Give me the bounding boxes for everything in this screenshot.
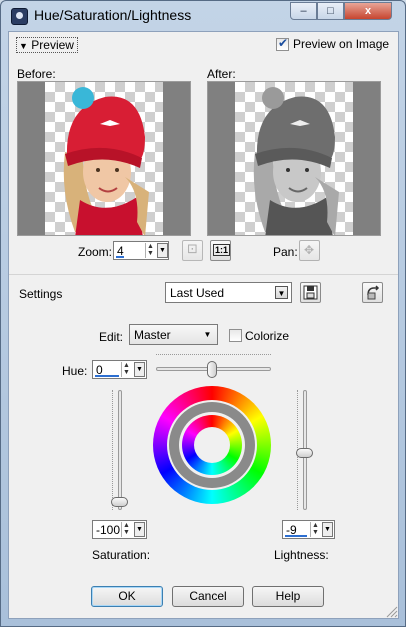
saturation-spinbox[interactable]: -100 ▲ ▼ ▼: [92, 520, 147, 539]
spin-arrows-icon[interactable]: ▲ ▼: [121, 522, 131, 537]
settings-label: Settings: [19, 287, 63, 301]
before-photo: [63, 87, 149, 235]
dropdown-arrow-icon[interactable]: ▼: [275, 286, 288, 299]
settings-preset-select[interactable]: Last Used ▼: [165, 282, 292, 303]
spin-arrows-icon[interactable]: ▲ ▼: [145, 243, 155, 258]
hue-label: Hue:: [62, 364, 88, 378]
lightness-label: Lightness:: [274, 548, 329, 562]
zoom-spinbox[interactable]: 4 ▲ ▼ ▼: [113, 241, 169, 260]
after-photo: [253, 87, 339, 235]
hue-color-wheel[interactable]: [153, 386, 271, 504]
dialog-client-area: ▼ Preview Preview on Image Before: After…: [8, 31, 399, 619]
colorize-checkbox[interactable]: [229, 329, 242, 342]
lightness-slider-thumb[interactable]: [296, 448, 313, 458]
zoom-actual-size-button[interactable]: 1:1: [210, 240, 231, 261]
close-button[interactable]: x: [344, 2, 392, 20]
lightness-spinbox[interactable]: -9 ▲ ▼ ▼: [282, 520, 335, 539]
settings-preset-value: Last Used: [170, 286, 225, 300]
dialog-window: Hue/Saturation/Lightness – □ x ▼ Preview…: [0, 0, 406, 627]
edit-label: Edit:: [99, 330, 124, 344]
zoom-label: Zoom:: [78, 245, 113, 259]
preview-toggle-label: Preview: [31, 38, 74, 52]
zoom-fit-button[interactable]: ⊡: [182, 240, 203, 261]
resize-grip-icon[interactable]: [384, 604, 398, 618]
ok-button[interactable]: OK: [91, 586, 163, 607]
lightness-level-bar: [285, 535, 307, 537]
preview-toggle[interactable]: ▼ Preview: [16, 37, 78, 53]
hue-slider-ticks: [156, 354, 271, 357]
zoom-level-bar: [116, 256, 124, 258]
hue-level-bar: [95, 375, 119, 377]
one-to-one-icon: 1:1: [213, 244, 231, 256]
saturation-slider-ticks: [112, 390, 115, 510]
help-button[interactable]: Help: [252, 586, 324, 607]
color-wheel-center: [194, 427, 230, 463]
triangle-down-icon: ▼: [19, 41, 28, 51]
spin-arrows-icon[interactable]: ▲ ▼: [310, 522, 320, 537]
edit-channel-value: Master: [134, 328, 171, 342]
spin-arrows-icon[interactable]: ▲ ▼: [121, 362, 131, 377]
divider: [9, 274, 398, 275]
dropdown-arrow-icon[interactable]: ▼: [134, 522, 145, 537]
dropdown-arrow-icon[interactable]: ▼: [134, 362, 145, 377]
saturation-slider-thumb[interactable]: [111, 497, 128, 507]
reset-icon: [367, 285, 380, 300]
minimize-button[interactable]: –: [290, 2, 317, 20]
saturation-slider-track[interactable]: [118, 390, 122, 510]
before-label: Before:: [17, 67, 56, 81]
dropdown-arrow-icon[interactable]: ▼: [322, 522, 333, 537]
move-icon: ✥: [304, 243, 315, 257]
hue-spinbox[interactable]: 0 ▲ ▼ ▼: [92, 360, 147, 379]
save-icon: [303, 285, 318, 300]
source-color-ring: [182, 415, 242, 475]
app-icon: [11, 8, 28, 25]
pan-label: Pan:: [273, 245, 298, 259]
after-label: After:: [207, 67, 236, 81]
before-preview[interactable]: [17, 81, 191, 236]
dropdown-arrow-icon[interactable]: ▼: [157, 243, 168, 258]
dropdown-arrow-icon: ▼: [203, 330, 212, 339]
preview-on-image-checkbox[interactable]: [276, 36, 289, 51]
hue-slider-thumb[interactable]: [207, 361, 217, 378]
pan-button[interactable]: ✥: [299, 240, 320, 261]
saturation-value: -100: [96, 523, 121, 537]
window-title: Hue/Saturation/Lightness: [34, 7, 192, 23]
maximize-button[interactable]: □: [317, 2, 344, 20]
colorize-label: Colorize: [245, 329, 290, 343]
cancel-button[interactable]: Cancel: [172, 586, 244, 607]
preview-on-image-label: Preview on Image: [293, 37, 390, 51]
title-bar[interactable]: Hue/Saturation/Lightness – □ x: [1, 1, 405, 31]
reset-button[interactable]: [362, 282, 383, 303]
fit-icon: ⊡: [187, 242, 198, 257]
saturation-label: Saturation:: [92, 548, 151, 562]
after-preview[interactable]: [207, 81, 381, 236]
save-preset-button[interactable]: [300, 282, 321, 303]
edit-channel-select[interactable]: Master ▼: [129, 324, 218, 345]
